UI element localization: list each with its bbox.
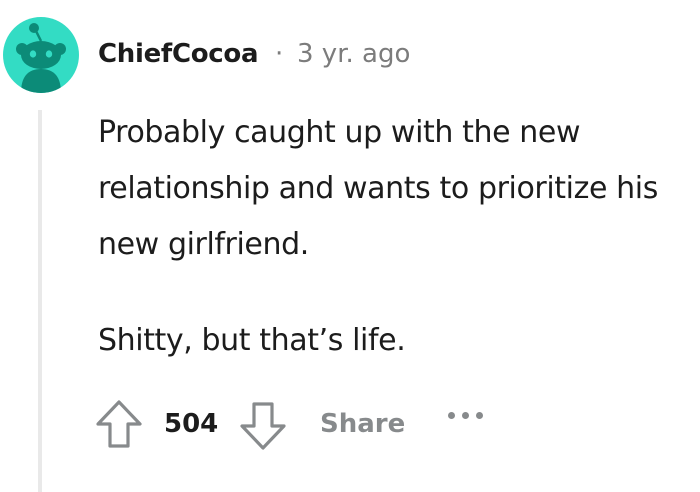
snoo-icon xyxy=(16,23,66,93)
comment-body: Probably caught up with the new relation… xyxy=(98,105,688,369)
comment-username[interactable]: ChiefCocoa xyxy=(98,38,259,70)
share-button[interactable]: Share xyxy=(320,408,405,440)
comment-timestamp[interactable]: 3 yr. ago xyxy=(297,38,410,70)
downvote-icon[interactable] xyxy=(238,400,288,456)
comment-paragraph: Probably caught up with the new relation… xyxy=(98,115,658,262)
comment-paragraph: Shitty, but that’s life. xyxy=(98,323,406,358)
user-avatar[interactable] xyxy=(3,17,79,93)
more-options-icon[interactable] xyxy=(444,404,494,428)
meta-separator: · xyxy=(275,39,284,69)
upvote-icon[interactable] xyxy=(94,398,144,454)
vote-score: 504 xyxy=(164,409,219,439)
thread-line[interactable] xyxy=(38,110,42,492)
